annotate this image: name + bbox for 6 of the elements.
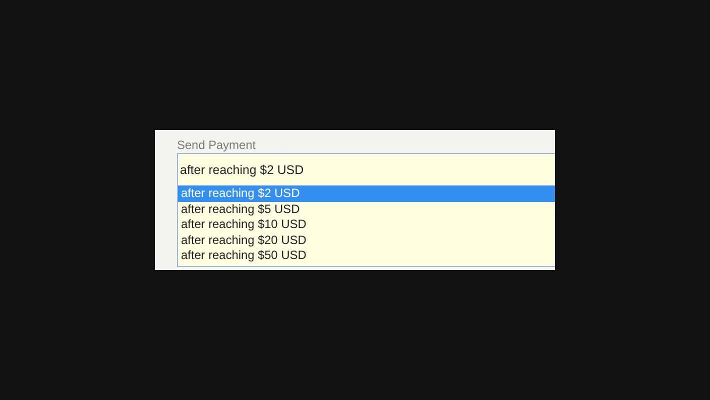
dropdown-option[interactable]: after reaching $5 USD (178, 202, 555, 217)
payment-select[interactable]: after reaching $2 USD (177, 153, 555, 186)
field-label: Send Payment (177, 138, 256, 152)
dropdown-option[interactable]: after reaching $50 USD (178, 248, 555, 264)
dropdown-option[interactable]: after reaching $10 USD (178, 217, 555, 232)
dropdown-option[interactable]: after reaching $20 USD (178, 232, 555, 248)
